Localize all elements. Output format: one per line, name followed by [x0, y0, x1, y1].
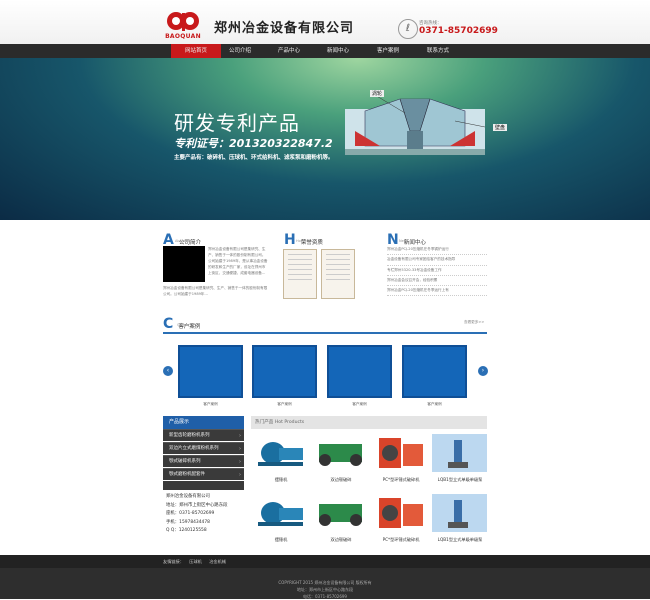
footer-link[interactable]: 压球机	[189, 559, 202, 564]
sidebar-filler	[163, 481, 244, 490]
diagram-label-turbine: 涡轮	[370, 90, 385, 97]
nav-products[interactable]: 产品中心	[264, 44, 314, 58]
case-image[interactable]	[178, 345, 243, 398]
product-label[interactable]: 摆锤机	[251, 477, 311, 483]
logo-wordmark: BAOQUAN	[165, 33, 201, 40]
certificate-image[interactable]	[283, 249, 317, 299]
cases-header-bar	[163, 314, 487, 334]
product-label[interactable]: LQB1型立式单级单级泵	[430, 477, 490, 483]
nav-contact[interactable]: 联系方式	[413, 44, 463, 58]
about-text: 郑州冶金设备有限公司是集研究、生产、销售于一体的股份制有限公司。公司始建于198…	[208, 247, 268, 275]
banner-products-text: 主要产品有：破碎机、压球机、环式给料机、滤浆泵和磨粉机等。	[174, 155, 334, 161]
case-label[interactable]: 客户案例	[252, 402, 317, 407]
sidebar-item[interactable]: 双边片立式磨煤粉机系列 ›	[163, 442, 244, 454]
arrow-left-icon[interactable]: ‹	[163, 366, 173, 376]
chevron-right-icon: ›	[239, 446, 241, 452]
chevron-right-icon: ›	[239, 459, 241, 465]
friend-links-bar: 友情链接： 压球机 冶金机械	[0, 555, 650, 568]
sidebar-item-label: 颚式磨粉机配套件	[169, 472, 205, 477]
news-item[interactable]: 郑州冶金会议召开会，经验积累	[387, 276, 487, 287]
product-image[interactable]	[313, 494, 368, 532]
sidebar-item[interactable]: 颚式破碎机系列 ›	[163, 455, 244, 467]
product-label[interactable]: LQB1型立式单级单级泵	[430, 537, 490, 543]
cases-subtitle: Case	[177, 323, 186, 327]
chevron-right-icon: ›	[239, 472, 241, 478]
honor-subtitle: Honor	[296, 239, 307, 243]
about-subtitle: About us	[175, 239, 191, 243]
about-image[interactable]	[163, 246, 205, 282]
product-image[interactable]	[253, 434, 308, 472]
product-image[interactable]	[373, 434, 428, 472]
cases-more-link[interactable]: 查看更多>>	[464, 320, 484, 325]
news-item[interactable]: 专栏郑州5320-33号冶金设备工作	[387, 266, 487, 276]
sidebar-item[interactable]: 颚式磨粉机配套件 ›	[163, 468, 244, 480]
nav-news[interactable]: 新闻中心	[313, 44, 363, 58]
nav-home[interactable]: 网站首页	[171, 44, 221, 58]
banner-title: 研发专利产品	[174, 111, 300, 135]
contact-company: 郑州冶金设备有限公司	[166, 494, 210, 499]
news-subtitle: News	[399, 239, 409, 243]
sidebar-item[interactable]: 新型齿轮磨粉机系列 ›	[163, 429, 244, 441]
site-footer: COPYRIGHT 2015 郑州冶金设备有限公司 版权所有 地址：郑州市上街区…	[0, 568, 650, 599]
machine-diagram-image	[345, 94, 485, 155]
sidebar-item-label: 双边片立式磨煤粉机系列	[169, 446, 219, 451]
product-image[interactable]	[432, 494, 487, 532]
links-label: 友情链接：	[163, 559, 184, 564]
banner-patent-number: 专利证号：201320322847.2	[174, 137, 333, 150]
contact-mobile: 手机：15978434478	[166, 519, 210, 525]
contact-info: 郑州冶金设备有限公司 地址：郑州市上街区中心路东段 座机：0371-857026…	[166, 493, 246, 536]
sidebar-heading: 产品展示	[163, 416, 244, 429]
case-label[interactable]: 客户案例	[327, 402, 392, 407]
cases-letter: C	[163, 316, 174, 332]
footer-tel: 电话：0371-85702699	[303, 594, 347, 599]
about-text-more: 郑州冶金设备有限公司是集研究、生产、销售于一体的股份制有限公司。公司始建于198…	[163, 286, 268, 296]
footer-copyright: COPYRIGHT 2015 郑州冶金设备有限公司 版权所有	[278, 580, 372, 585]
sidebar-item-label: 颚式破碎机系列	[169, 459, 201, 464]
product-image[interactable]	[253, 494, 308, 532]
phone-icon: ℓ	[398, 19, 418, 39]
hotline-number: 0371-85702699	[419, 26, 498, 36]
honor-letter: H	[284, 232, 296, 248]
case-image[interactable]	[252, 345, 317, 398]
news-item[interactable]: 郑州冶金PCJ-20压缩机在冬季运行上有	[387, 286, 487, 297]
product-label[interactable]: 双边颚破碎	[311, 477, 371, 483]
sidebar-item-label: 新型齿轮磨粉机系列	[169, 433, 210, 438]
product-image[interactable]	[373, 494, 428, 532]
news-item[interactable]: 冶金设备有限公司专家团给客户的技术指导	[387, 255, 487, 266]
product-image[interactable]	[313, 434, 368, 472]
nav-cases[interactable]: 客户案例	[363, 44, 413, 58]
case-image[interactable]	[402, 345, 467, 398]
chevron-right-icon: ›	[239, 433, 241, 439]
contact-address: 地址：郑州市上街区中心路东段	[166, 502, 228, 508]
footer-link[interactable]: 冶金机械	[209, 559, 226, 564]
contact-qq: Q Q：1240125558	[166, 528, 207, 533]
arrow-right-icon[interactable]: ›	[478, 366, 488, 376]
company-name: 郑州冶金设备有限公司	[214, 21, 355, 36]
product-label[interactable]: PC*型环锤式破碎机	[371, 477, 431, 483]
news-list: 郑州冶金PCJ-20压缩机在冬季锅炉运行 冶金设备有限公司专家团给客户的技术指导…	[387, 245, 487, 297]
contact-phone: 座机：0371-85702699	[166, 511, 215, 516]
diagram-label-disc: 壁盘	[493, 124, 508, 131]
case-image[interactable]	[327, 345, 392, 398]
case-label[interactable]: 客户案例	[402, 402, 467, 407]
products-heading: 热门产品 Hot Products	[251, 416, 487, 429]
product-label[interactable]: PC*型环锤式破碎机	[371, 537, 431, 543]
footer-address: 地址：郑州市上街区中心路东段	[297, 587, 353, 592]
product-label[interactable]: 双边颚破碎	[311, 537, 371, 543]
news-item[interactable]: 郑州冶金PCJ-20压缩机在冬季锅炉运行	[387, 245, 487, 256]
product-label[interactable]: 摆锤机	[251, 537, 311, 543]
certificate-image[interactable]	[321, 249, 355, 299]
case-label[interactable]: 客户案例	[178, 402, 243, 407]
product-image[interactable]	[432, 434, 487, 472]
nav-about[interactable]: 公司介绍	[215, 44, 265, 58]
main-nav: 网站首页 公司介绍 产品中心 新闻中心 客户案例 联系方式	[0, 44, 650, 58]
